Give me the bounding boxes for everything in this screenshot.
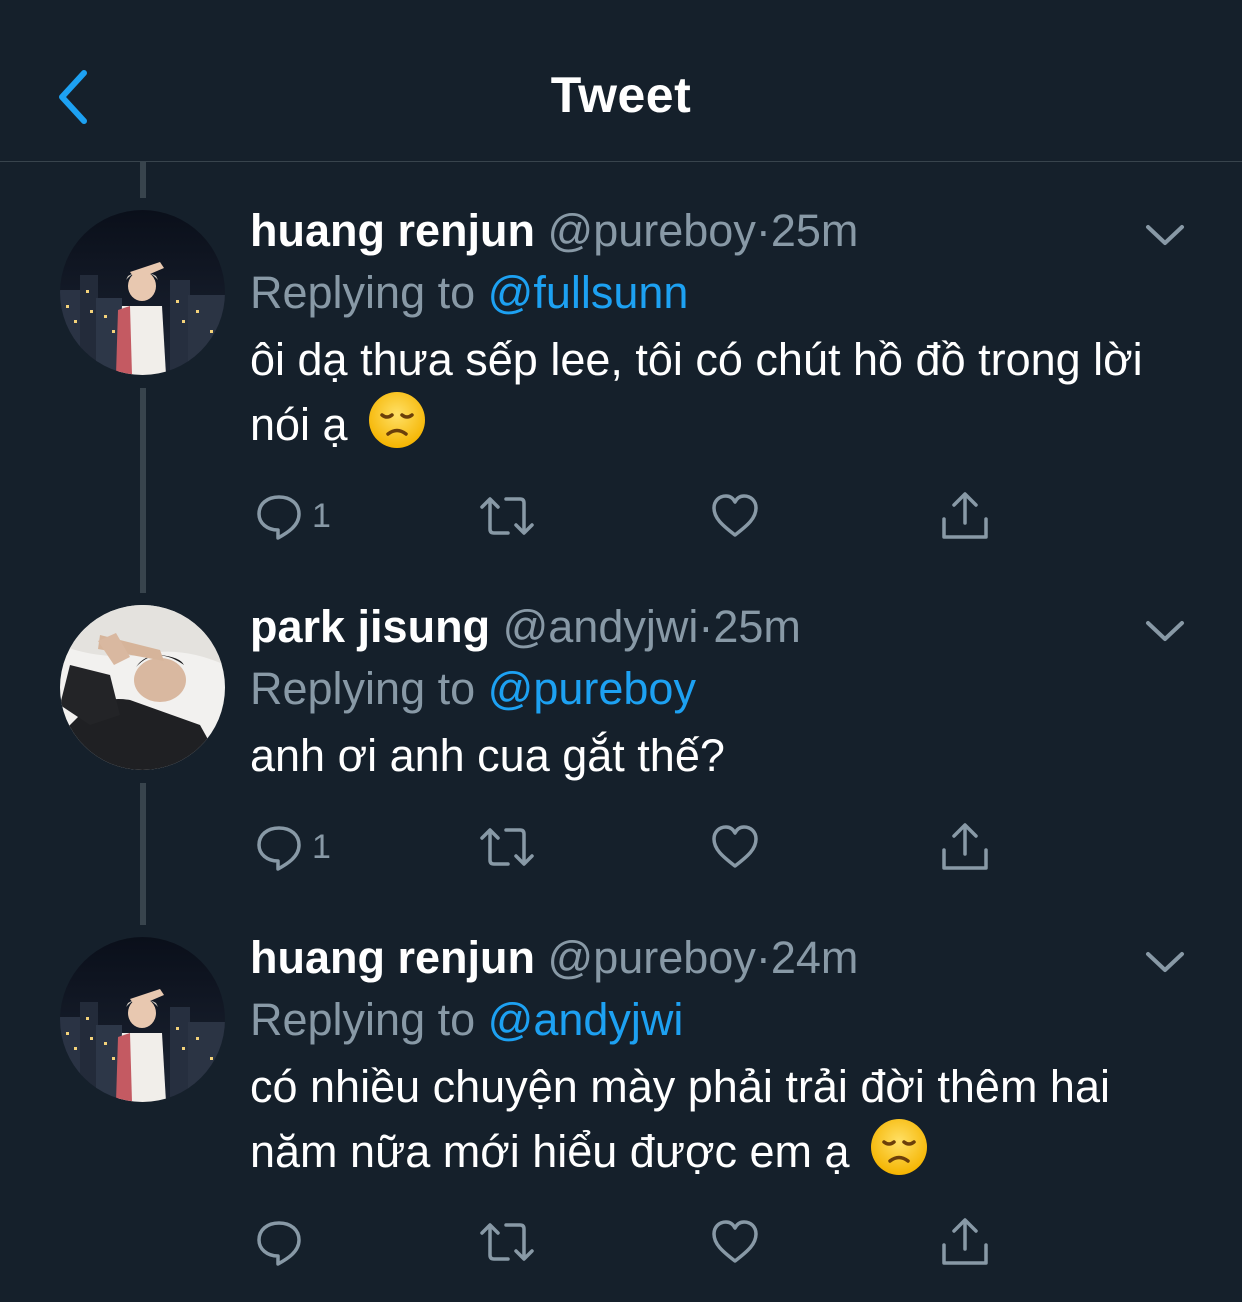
- like-button[interactable]: [710, 1212, 760, 1272]
- like-button[interactable]: [710, 817, 760, 877]
- avatar[interactable]: [60, 210, 225, 375]
- share-icon: [942, 1218, 988, 1265]
- share-button[interactable]: [940, 486, 990, 546]
- reply-icon: [257, 1221, 301, 1266]
- username[interactable]: @andyjwi: [503, 601, 699, 652]
- tweet-meta: park jisung @andyjwi·25m: [250, 599, 801, 655]
- username[interactable]: @pureboy: [548, 205, 756, 256]
- replying-label: Replying to: [250, 663, 476, 714]
- timestamp: 25m: [770, 205, 859, 256]
- tweet-meta: huang renjun @pureboy·25m: [250, 203, 858, 259]
- tweet-text: ôi dạ thưa sếp lee, tôi có chút hồ đồ tr…: [250, 328, 1210, 465]
- avatar[interactable]: [60, 605, 225, 770]
- replying-label: Replying to: [250, 994, 476, 1045]
- share-button[interactable]: [940, 817, 990, 877]
- tweet-text: có nhiều chuyện mày phải trải đời thêm h…: [250, 1055, 1210, 1192]
- separator-dot: ·: [755, 205, 771, 256]
- replying-to: Replying to @fullsunn: [250, 265, 688, 321]
- reply-count: 1: [312, 827, 331, 866]
- tweet[interactable]: huang renjun @pureboy·25m Replying to @f…: [0, 203, 1242, 563]
- like-icon: [712, 825, 758, 868]
- reply-button[interactable]: [254, 1212, 312, 1272]
- like-icon: [712, 1220, 758, 1263]
- more-options-button[interactable]: [1140, 213, 1190, 253]
- replying-to: Replying to @andyjwi: [250, 992, 683, 1048]
- separator-dot: ·: [698, 601, 714, 652]
- display-name[interactable]: huang renjun: [250, 932, 535, 983]
- disappointed-face-emoji: [870, 1118, 928, 1192]
- thread-line: [140, 162, 146, 198]
- tweet-meta: huang renjun @pureboy·24m: [250, 930, 858, 986]
- username[interactable]: @pureboy: [548, 932, 756, 983]
- avatar[interactable]: [60, 937, 225, 1102]
- mention-link[interactable]: @pureboy: [488, 663, 696, 714]
- like-button[interactable]: [710, 486, 760, 546]
- retweet-button[interactable]: [478, 817, 536, 877]
- display-name[interactable]: park jisung: [250, 601, 490, 652]
- retweet-button[interactable]: [478, 1212, 536, 1272]
- reply-button[interactable]: 1: [254, 486, 331, 546]
- retweet-icon: [480, 497, 534, 535]
- chevron-down-icon: [1146, 225, 1184, 245]
- retweet-icon: [480, 828, 534, 866]
- like-icon: [712, 494, 758, 537]
- tweet-actions: 1: [250, 817, 1010, 877]
- chevron-down-icon: [1146, 952, 1184, 972]
- retweet-button[interactable]: [478, 486, 536, 546]
- top-bar: Tweet: [0, 0, 1242, 162]
- tweet-actions: [250, 1212, 1010, 1272]
- share-icon: [942, 823, 988, 870]
- tweet-text-content: có nhiều chuyện mày phải trải đời thêm h…: [250, 1061, 1110, 1177]
- tweet[interactable]: park jisung @andyjwi·25m Replying to @pu…: [0, 599, 1242, 899]
- timestamp: 24m: [770, 932, 859, 983]
- chevron-down-icon: [1146, 621, 1184, 641]
- reply-icon: [257, 495, 301, 540]
- display-name[interactable]: huang renjun: [250, 205, 535, 256]
- reply-count: 1: [312, 496, 331, 535]
- reply-icon: [257, 826, 301, 871]
- mention-link[interactable]: @fullsunn: [488, 267, 689, 318]
- mention-link[interactable]: @andyjwi: [488, 994, 684, 1045]
- avatar-image: [60, 210, 225, 375]
- tweet-text-content: anh ơi anh cua gắt thế?: [250, 730, 725, 781]
- replying-label: Replying to: [250, 267, 476, 318]
- disappointed-face-emoji: [368, 391, 426, 465]
- share-icon: [942, 492, 988, 539]
- tweet-actions: 1: [250, 486, 1010, 546]
- timestamp: 25m: [713, 601, 801, 652]
- retweet-icon: [480, 1223, 534, 1261]
- tweet[interactable]: huang renjun @pureboy·24m Replying to @a…: [0, 930, 1242, 1290]
- reply-button[interactable]: 1: [254, 817, 331, 877]
- tweet-text: anh ơi anh cua gắt thế?: [250, 724, 1210, 787]
- more-options-button[interactable]: [1140, 609, 1190, 649]
- share-button[interactable]: [940, 1212, 990, 1272]
- replying-to: Replying to @pureboy: [250, 661, 696, 717]
- avatar-image: [60, 605, 225, 770]
- avatar-image: [60, 937, 225, 1102]
- separator-dot: ·: [755, 932, 771, 983]
- page-title: Tweet: [550, 67, 692, 123]
- more-options-button[interactable]: [1140, 940, 1190, 980]
